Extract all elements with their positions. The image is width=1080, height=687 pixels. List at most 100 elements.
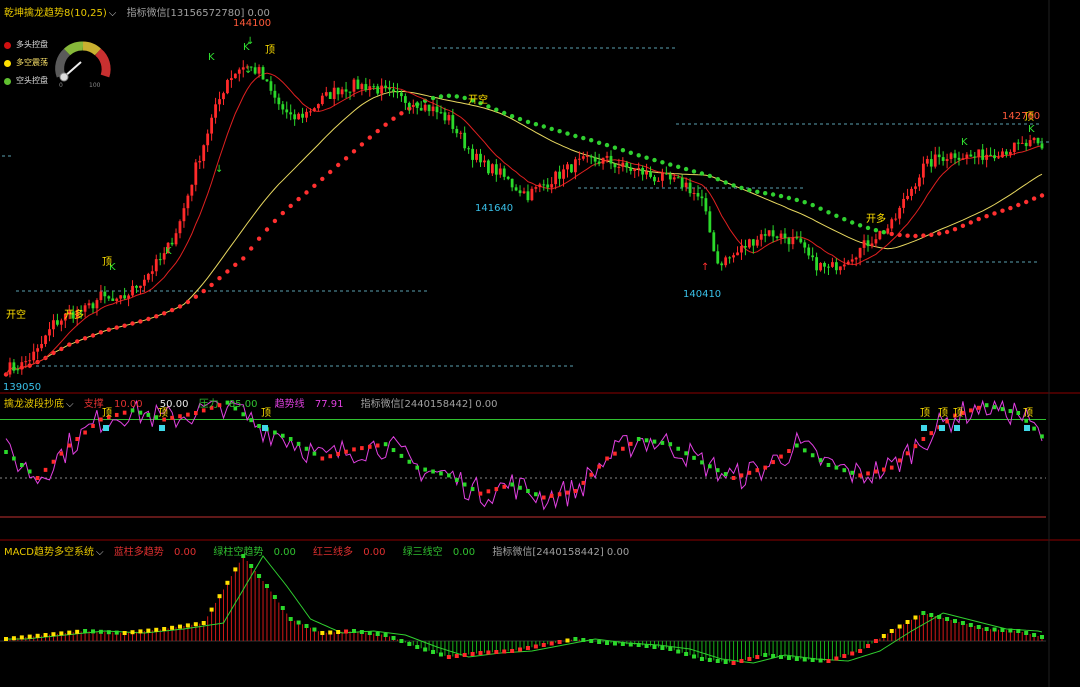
macd-item-value: 0.00 [273, 547, 296, 558]
oscillator-block [4, 450, 8, 454]
candle-body [973, 156, 977, 158]
macd-dif-block [692, 654, 697, 659]
candle-body [1001, 151, 1004, 158]
candle-body [146, 273, 150, 280]
candle-body [202, 145, 206, 161]
macd-dif-block [976, 625, 981, 629]
panel-frames [0, 0, 1080, 687]
candle-body [518, 190, 522, 194]
ma-slow-dot [375, 128, 380, 134]
macd-dif-block [75, 629, 80, 634]
oscillator-block [462, 482, 467, 487]
oscillator-block [43, 467, 48, 472]
panel2-title[interactable]: 擒龙波段抄底 [4, 399, 64, 410]
chevron-down-icon[interactable]: ⌵ [96, 547, 104, 558]
oscillator-block [75, 437, 79, 441]
candle-body [653, 176, 656, 182]
oscillator-block [367, 444, 372, 449]
ma-slow-dot [209, 282, 214, 288]
candle-body [407, 102, 411, 108]
oscillator-block [621, 446, 625, 451]
macd-dif-block [779, 655, 784, 659]
oscillator-block [1032, 426, 1036, 431]
candle-body [324, 92, 328, 96]
oscillator-block [850, 470, 854, 475]
signal-label: 顶 [265, 44, 275, 56]
oscillator-block [194, 411, 198, 415]
macd-dif-block [154, 627, 159, 632]
ma-slow-dot [676, 164, 681, 169]
support-label: 支撑 [83, 399, 104, 410]
macd-dif-block [541, 643, 546, 647]
ma-slow-dot [517, 116, 523, 122]
macd-dif-block [707, 658, 712, 662]
oscillator-block [470, 487, 475, 492]
candle-body [577, 158, 581, 160]
candle-body [925, 159, 929, 164]
macd-dif-block [122, 631, 127, 635]
ma-slow-dot [146, 316, 151, 322]
candle-body [8, 362, 12, 375]
ma-slow-dot [264, 227, 270, 232]
ma-slow-dot [98, 330, 104, 335]
ma-slow-dot [960, 223, 966, 228]
ma-slow-dot [280, 210, 285, 216]
oscillator-block [114, 412, 119, 417]
candle-body [289, 112, 293, 115]
trend-value: 77.91 [314, 399, 344, 410]
oscillator-block [668, 442, 673, 447]
candle-body [755, 239, 759, 246]
candle-body [229, 78, 233, 81]
chart-canvas: K 顶KK顶KK顶K开空开多开空开多↓↓↓↑ 顶顶顶顶顶顶顶 [0, 0, 1080, 687]
oscillator-block [138, 410, 143, 415]
macd-dif-block [984, 627, 989, 631]
candle-body [285, 109, 289, 113]
candle-body [570, 164, 573, 173]
macd-dif-block [1040, 635, 1044, 639]
top-marker [1024, 425, 1030, 431]
ma-slow-dot [810, 202, 815, 208]
candle-body [625, 162, 629, 168]
candle-body [684, 182, 688, 188]
chevron-down-icon[interactable]: ⌵ [66, 399, 74, 410]
candle-body [914, 186, 917, 189]
macd-dif-block [557, 640, 562, 644]
candle-body [933, 154, 937, 167]
candle-body [340, 89, 344, 95]
candle-body [526, 191, 530, 201]
legend-item-range: 多空震荡 [4, 54, 48, 72]
ma-slow-dot [952, 227, 958, 232]
ma-slow-dot [462, 95, 467, 101]
candle-body [269, 81, 273, 91]
candle-body [728, 257, 732, 259]
candle-body [297, 113, 301, 120]
candle-body [111, 298, 115, 302]
candle-body [95, 300, 99, 309]
candle-body [48, 329, 51, 336]
chevron-down-icon[interactable]: ⌵ [109, 8, 117, 19]
macd-dif-block [628, 642, 633, 647]
macd-dif-block [130, 630, 135, 635]
macd-dif-block [367, 631, 372, 635]
candle-body [732, 255, 735, 258]
candle-body [376, 86, 380, 94]
macd-item-label: 绿三线空 [402, 547, 443, 558]
candle-body [131, 285, 134, 296]
macd-dif-block [454, 654, 459, 658]
macd-dif-block [209, 607, 214, 612]
candle-body [918, 177, 921, 187]
oscillator-block [573, 489, 578, 493]
oscillator-block [1008, 409, 1013, 414]
candle-body [459, 132, 463, 134]
oscillator-block [12, 456, 16, 461]
panel1-title[interactable]: 乾坤擒龙趋势8(10,25) [4, 8, 107, 19]
macd-dif-block [826, 659, 831, 663]
candle-body [736, 252, 739, 256]
oscillator-block [170, 415, 174, 420]
macd-dif-block [668, 647, 673, 651]
macd-dif-block [51, 632, 56, 637]
candle-body [510, 178, 514, 188]
candle-body [692, 193, 696, 195]
panel3-title[interactable]: MACD趋势多空系统 [4, 547, 94, 558]
candle-body [898, 207, 902, 219]
